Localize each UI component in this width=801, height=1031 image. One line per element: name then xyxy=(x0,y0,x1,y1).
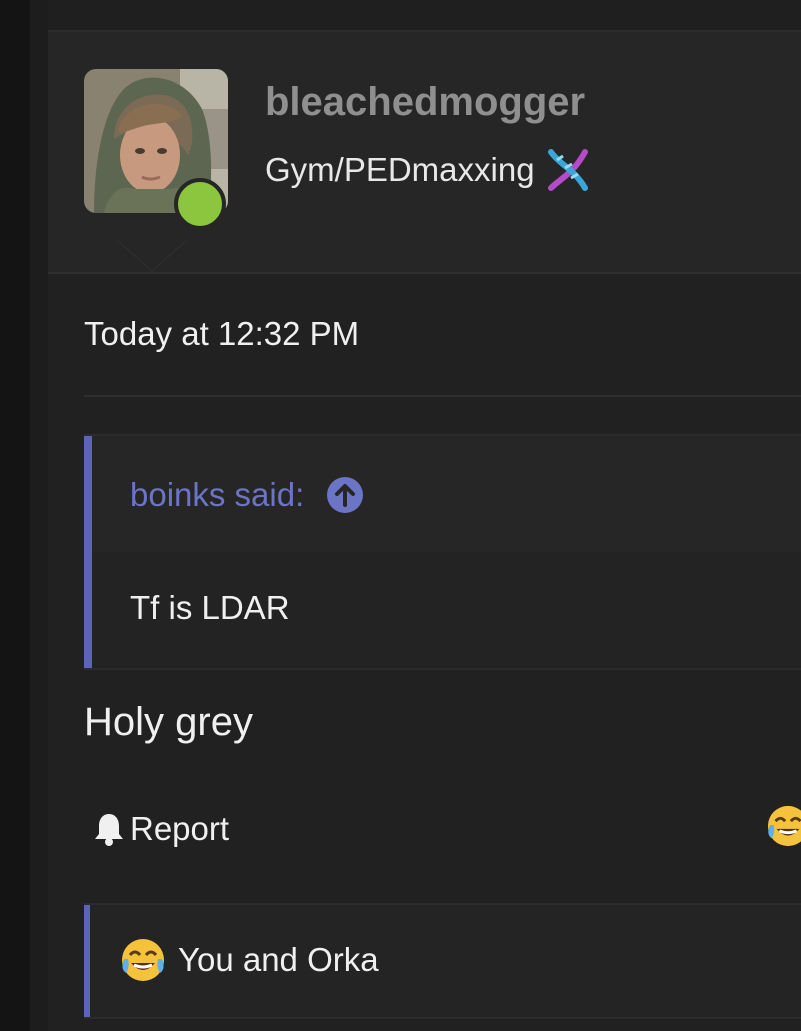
post-timestamp[interactable]: Today at 12:32 PM xyxy=(84,315,359,353)
thread-page: bleachedmogger Gym/PEDmaxxing Today at 1… xyxy=(0,0,801,1031)
face-with-tears-of-joy-icon xyxy=(767,805,801,847)
dna-icon xyxy=(545,148,591,192)
user-title-text: Gym/PEDmaxxing xyxy=(265,151,535,188)
arrow-up-circle-icon[interactable] xyxy=(326,476,364,514)
reactions-bar[interactable]: You and Orka xyxy=(84,903,801,1019)
left-rail xyxy=(0,0,30,1031)
bell-icon xyxy=(92,811,126,847)
user-title-line: Gym/PEDmaxxing xyxy=(265,148,591,192)
left-gutter xyxy=(30,0,48,1031)
post-username[interactable]: bleachedmogger xyxy=(265,80,585,125)
online-status-indicator xyxy=(174,178,226,230)
quote-author-link[interactable]: boinks said: xyxy=(130,476,364,514)
quote-accent-bar xyxy=(84,436,92,668)
reactions-accent-bar xyxy=(84,905,90,1017)
quote-block: boinks said: Tf is LDAR xyxy=(84,434,801,670)
reactions-summary-text: You and Orka xyxy=(178,941,379,978)
quote-body-text: Tf is LDAR xyxy=(130,589,290,626)
quote-author-text: boinks said: xyxy=(130,476,305,513)
report-label: Report xyxy=(130,810,230,847)
report-button[interactable]: Report xyxy=(92,810,229,848)
react-button[interactable] xyxy=(766,804,801,848)
user-header-pointer xyxy=(118,240,186,270)
face-with-tears-of-joy-icon xyxy=(120,937,166,983)
previous-post-edge xyxy=(48,0,801,32)
reactions-summary[interactable]: You and Orka xyxy=(120,937,379,983)
post-body-text: Holy grey xyxy=(84,700,253,744)
post-divider xyxy=(84,395,801,397)
